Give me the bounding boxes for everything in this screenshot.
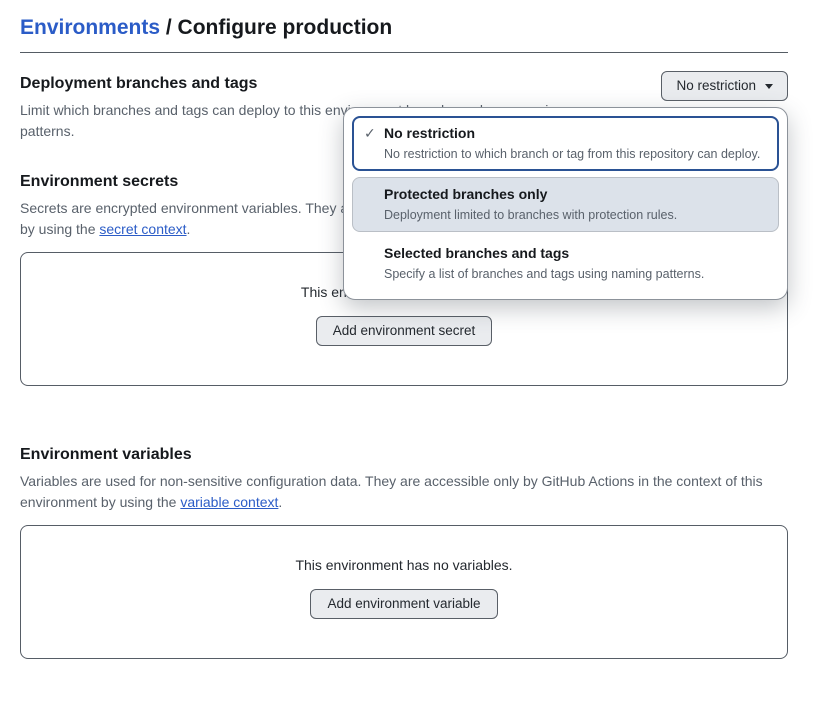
dropdown-item-selected-branches[interactable]: Selected branches and tags Specify a lis… (352, 236, 779, 291)
page-content: Environments / Configure production Depl… (0, 0, 830, 659)
check-icon: ✓ (364, 125, 376, 142)
variables-description: Variables are used for non-sensitive con… (20, 471, 788, 513)
variables-section: Environment variables Variables are used… (20, 445, 788, 659)
add-environment-secret-button[interactable]: Add environment secret (316, 316, 493, 346)
restriction-selector-button[interactable]: No restriction (661, 71, 788, 101)
dropdown-item-title: Protected branches only (384, 184, 767, 204)
page-title: Environments / Configure production (20, 14, 788, 42)
breadcrumb-separator: / (160, 16, 178, 39)
variables-description-period: . (278, 494, 282, 510)
dropdown-item-protected-branches[interactable]: Protected branches only Deployment limit… (352, 177, 779, 232)
dropdown-item-no-restriction[interactable]: ✓ No restriction No restriction to which… (352, 116, 779, 171)
dropdown-item-description: Deployment limited to branches with prot… (384, 206, 767, 224)
restriction-dropdown-menu: ✓ No restriction No restriction to which… (343, 107, 788, 300)
environments-config-page: Environments / Configure production Depl… (0, 0, 830, 715)
page-title-current: Configure production (178, 16, 393, 39)
variable-context-link[interactable]: variable context (180, 494, 278, 510)
variables-empty-message: This environment has no variables. (21, 555, 787, 576)
variables-heading: Environment variables (20, 445, 788, 465)
add-environment-variable-button[interactable]: Add environment variable (310, 589, 497, 619)
triangle-down-icon (765, 84, 773, 89)
restriction-selector-label: No restriction (676, 77, 756, 95)
title-divider (20, 52, 788, 53)
variables-empty-box: This environment has no variables. Add e… (20, 525, 788, 659)
dropdown-item-title: Selected branches and tags (384, 243, 767, 263)
deployment-heading: Deployment branches and tags (20, 74, 620, 94)
breadcrumb-environments-link[interactable]: Environments (20, 16, 160, 39)
variables-description-text: Variables are used for non-sensitive con… (20, 473, 763, 510)
secret-context-link[interactable]: secret context (99, 221, 186, 237)
dropdown-item-description: No restriction to which branch or tag fr… (384, 145, 767, 163)
dropdown-item-description: Specify a list of branches and tags usin… (384, 265, 767, 283)
dropdown-item-title: No restriction (384, 123, 767, 143)
secrets-description-period: . (187, 221, 191, 237)
